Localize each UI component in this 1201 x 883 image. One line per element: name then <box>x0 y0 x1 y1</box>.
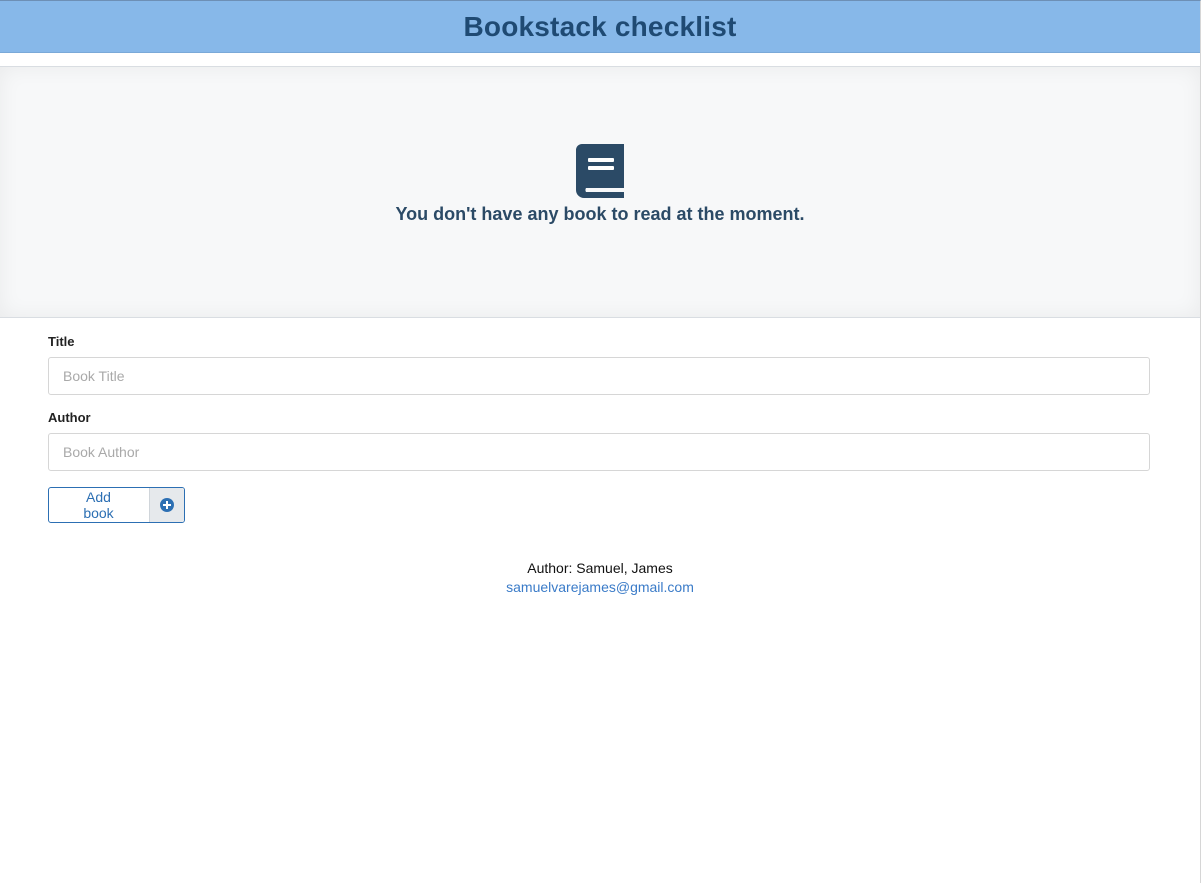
app-window: Bookstack checklist You don't have any b… <box>0 0 1201 883</box>
plus-circle-icon <box>160 498 174 512</box>
footer-author: Author: Samuel, James <box>527 560 673 576</box>
author-input[interactable] <box>48 433 1150 471</box>
book-icon <box>576 144 624 198</box>
add-book-button-label: Add book <box>83 489 114 521</box>
empty-state-message: You don't have any book to read at the m… <box>395 204 805 224</box>
add-book-button-icon-box <box>149 488 184 522</box>
footer-email-link[interactable]: samuelvarejames@gmail.com <box>506 579 694 595</box>
app-header: Bookstack checklist <box>0 1 1200 53</box>
header-divider <box>0 53 1200 67</box>
empty-state-panel: You don't have any book to read at the m… <box>0 67 1200 318</box>
page-title: Bookstack checklist <box>463 10 737 42</box>
title-field-group: Title <box>48 334 1152 395</box>
author-field-group: Author <box>48 410 1152 471</box>
title-input[interactable] <box>48 357 1150 395</box>
page-footer: Author: Samuel, James samuelvarejames@gm… <box>0 559 1200 597</box>
author-label: Author <box>48 410 91 425</box>
add-book-form: Title Author Add book <box>0 318 1200 523</box>
title-label: Title <box>48 334 75 349</box>
add-book-button[interactable]: Add book <box>48 487 185 523</box>
